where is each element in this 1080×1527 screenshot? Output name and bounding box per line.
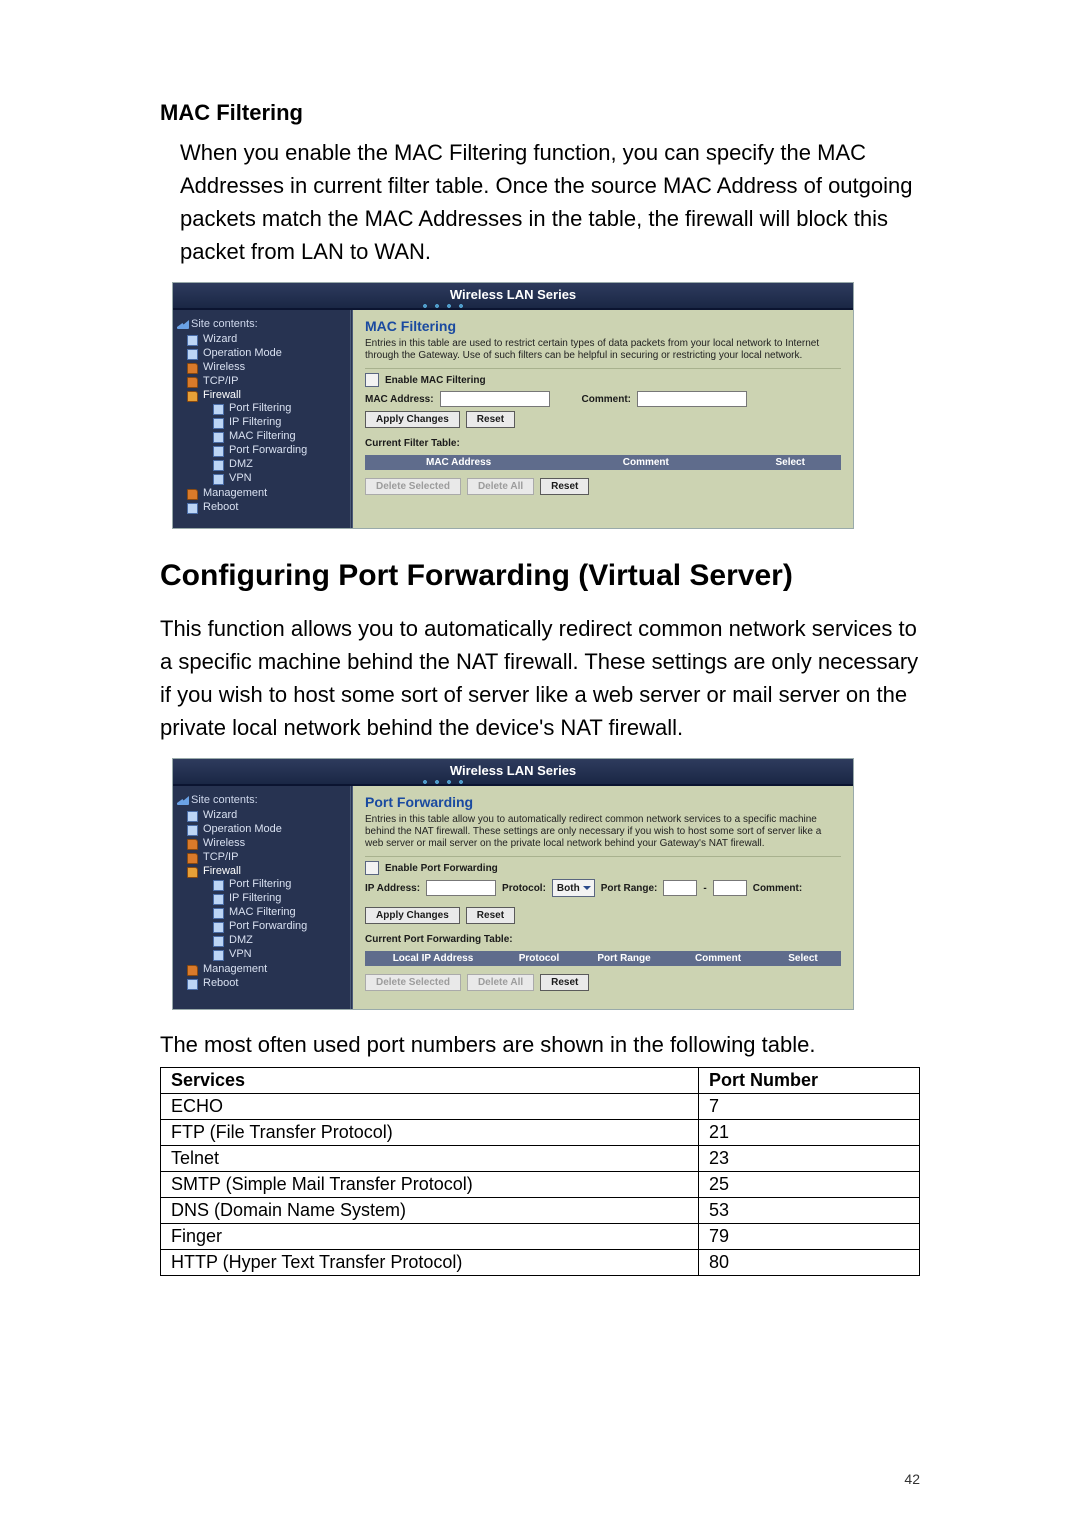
- nav-firewall-2[interactable]: Firewall Port Filtering IP Filtering MAC…: [187, 864, 346, 962]
- apply-changes-button[interactable]: Apply Changes: [365, 411, 460, 428]
- th-port-range: Port Range: [577, 953, 671, 964]
- nav-tcpip-2[interactable]: TCP/IP: [187, 850, 346, 864]
- nav-wireless[interactable]: Wireless: [187, 360, 346, 374]
- table-row: DNS (Domain Name System)53: [161, 1198, 920, 1224]
- port-range-to-input[interactable]: [713, 880, 747, 896]
- nav-wizard[interactable]: Wizard: [187, 332, 346, 346]
- mac-filtering-screenshot: Wireless LAN Series Site contents: Wizar…: [172, 282, 854, 529]
- nav-tree: Wizard Operation Mode Wireless TCP/IP Fi…: [177, 332, 346, 514]
- nav-ip-filtering-2[interactable]: IP Filtering: [213, 891, 346, 905]
- pf-content: Port Forwarding Entries in this table al…: [353, 786, 853, 1009]
- pf-table-header: Local IP Address Protocol Port Range Com…: [365, 951, 841, 966]
- mac-comment-label: Comment:: [582, 394, 631, 405]
- nav-port-filtering[interactable]: Port Filtering: [213, 401, 346, 415]
- nav-ip-filtering[interactable]: IP Filtering: [213, 415, 346, 429]
- th-pf-select: Select: [765, 953, 841, 964]
- nav-firewall[interactable]: Firewall Port Filtering IP Filtering MAC…: [187, 388, 346, 486]
- th-comment: Comment: [552, 457, 739, 468]
- mac-filtering-paragraph: When you enable the MAC Filtering functi…: [180, 136, 920, 268]
- delete-selected-button[interactable]: Delete Selected: [365, 478, 461, 495]
- mac-comment-input[interactable]: [637, 391, 747, 407]
- filter-table-header: MAC Address Comment Select: [365, 455, 841, 470]
- nav-dmz[interactable]: DMZ: [213, 457, 346, 471]
- th-protocol: Protocol: [501, 953, 577, 964]
- page: MAC Filtering When you enable the MAC Fi…: [0, 0, 1080, 1527]
- mac-content: MAC Filtering Entries in this table are …: [353, 310, 853, 528]
- pf-title: Port Forwarding: [365, 794, 841, 810]
- table-row: SMTP (Simple Mail Transfer Protocol)25: [161, 1172, 920, 1198]
- nav-wizard-2[interactable]: Wizard: [187, 808, 346, 822]
- protocol-label: Protocol:: [502, 883, 546, 894]
- nav-port-filtering-2[interactable]: Port Filtering: [213, 877, 346, 891]
- sidebar-heading-2: Site contents:: [177, 792, 346, 808]
- nav-vpn[interactable]: VPN: [213, 471, 346, 485]
- content-title: MAC Filtering: [365, 318, 841, 334]
- pf-delete-selected-button[interactable]: Delete Selected: [365, 974, 461, 991]
- enable-mac-label: Enable MAC Filtering: [385, 375, 486, 386]
- banner-title: Wireless LAN Series: [173, 283, 853, 310]
- nav-vpn-2[interactable]: VPN: [213, 947, 346, 961]
- nav-reboot[interactable]: Reboot: [187, 500, 346, 514]
- port-forwarding-screenshot: Wireless LAN Series Site contents: Wizar…: [172, 758, 854, 1010]
- port-range-label: Port Range:: [601, 883, 658, 894]
- nav-tcpip[interactable]: TCP/IP: [187, 374, 346, 388]
- port-range-dash: -: [703, 883, 706, 894]
- th-pf-comment: Comment: [671, 953, 765, 964]
- pf-apply-button[interactable]: Apply Changes: [365, 907, 460, 924]
- enable-pf-label: Enable Port Forwarding: [385, 863, 498, 874]
- mac-address-input[interactable]: [440, 391, 550, 407]
- nav-management[interactable]: Management: [187, 486, 346, 500]
- delete-all-button[interactable]: Delete All: [467, 478, 534, 495]
- port-number-table: Services Port Number ECHO7 FTP (File Tra…: [160, 1067, 920, 1276]
- nav-mac-filtering[interactable]: MAC Filtering: [213, 429, 346, 443]
- ip-address-input[interactable]: [426, 880, 496, 896]
- pf-comment-label: Comment:: [753, 883, 802, 894]
- content-desc: Entries in this table are used to restri…: [365, 338, 841, 369]
- page-number: 42: [904, 1471, 920, 1487]
- sidebar-heading: Site contents:: [177, 316, 346, 332]
- nav-management-2[interactable]: Management: [187, 962, 346, 976]
- pf-delete-all-button[interactable]: Delete All: [467, 974, 534, 991]
- port-forwarding-paragraph: This function allows you to automaticall…: [160, 612, 920, 744]
- th-port-number: Port Number: [699, 1068, 920, 1094]
- sidebar-2: Site contents: Wizard Operation Mode Wir…: [173, 786, 353, 1009]
- current-filter-table-label: Current Filter Table:: [365, 438, 841, 449]
- th-local-ip: Local IP Address: [365, 953, 501, 964]
- nav-dmz-2[interactable]: DMZ: [213, 933, 346, 947]
- table-row: Telnet23: [161, 1146, 920, 1172]
- current-pf-table-label: Current Port Forwarding Table:: [365, 934, 841, 945]
- table-row: Finger79: [161, 1224, 920, 1250]
- th-select: Select: [739, 457, 841, 468]
- nav-port-forwarding-2[interactable]: Port Forwarding: [213, 919, 346, 933]
- sidebar: Site contents: Wizard Operation Mode Wir…: [173, 310, 353, 528]
- port-range-from-input[interactable]: [663, 880, 697, 896]
- nav-port-forwarding[interactable]: Port Forwarding: [213, 443, 346, 457]
- th-mac: MAC Address: [365, 457, 552, 468]
- nav-reboot-2[interactable]: Reboot: [187, 976, 346, 990]
- nav-tree-2: Wizard Operation Mode Wireless TCP/IP Fi…: [177, 808, 346, 990]
- port-forwarding-heading: Configuring Port Forwarding (Virtual Ser…: [160, 547, 920, 604]
- mac-filtering-heading: MAC Filtering: [160, 100, 920, 126]
- port-table-intro: The most often used port numbers are sho…: [160, 1028, 920, 1061]
- nav-operation-mode-2[interactable]: Operation Mode: [187, 822, 346, 836]
- reset-table-button[interactable]: Reset: [540, 478, 589, 495]
- th-services: Services: [161, 1068, 699, 1094]
- nav-wireless-2[interactable]: Wireless: [187, 836, 346, 850]
- reset-button[interactable]: Reset: [466, 411, 515, 428]
- enable-mac-checkbox[interactable]: [365, 373, 379, 387]
- pf-reset-button[interactable]: Reset: [466, 907, 515, 924]
- nav-mac-filtering-2[interactable]: MAC Filtering: [213, 905, 346, 919]
- protocol-select[interactable]: Both: [552, 879, 595, 897]
- enable-pf-checkbox[interactable]: [365, 861, 379, 875]
- ip-address-label: IP Address:: [365, 883, 420, 894]
- port-table-body: ECHO7 FTP (File Transfer Protocol)21 Tel…: [161, 1094, 920, 1276]
- banner-title-2: Wireless LAN Series: [173, 759, 853, 786]
- mac-address-label: MAC Address:: [365, 394, 434, 405]
- pf-desc: Entries in this table allow you to autom…: [365, 814, 841, 857]
- table-row: ECHO7: [161, 1094, 920, 1120]
- table-row: FTP (File Transfer Protocol)21: [161, 1120, 920, 1146]
- table-row: HTTP (Hyper Text Transfer Protocol)80: [161, 1250, 920, 1276]
- nav-operation-mode[interactable]: Operation Mode: [187, 346, 346, 360]
- pf-reset-table-button[interactable]: Reset: [540, 974, 589, 991]
